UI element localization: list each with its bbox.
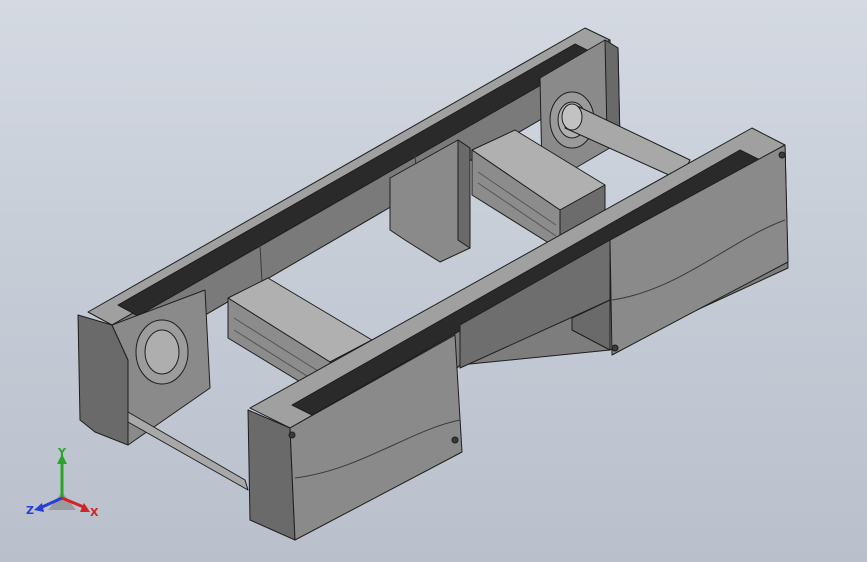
y-axis-label: Y xyxy=(57,448,67,459)
z-axis-arrow-icon xyxy=(34,503,44,512)
3d-viewport[interactable]: Y X Z xyxy=(0,0,867,562)
axis-triad: Y X Z xyxy=(26,448,99,519)
linear-module-assembly[interactable] xyxy=(0,0,867,562)
x-axis-label: X xyxy=(90,506,99,519)
z-axis-label: Z xyxy=(26,504,34,517)
lower-shaft xyxy=(127,411,249,491)
